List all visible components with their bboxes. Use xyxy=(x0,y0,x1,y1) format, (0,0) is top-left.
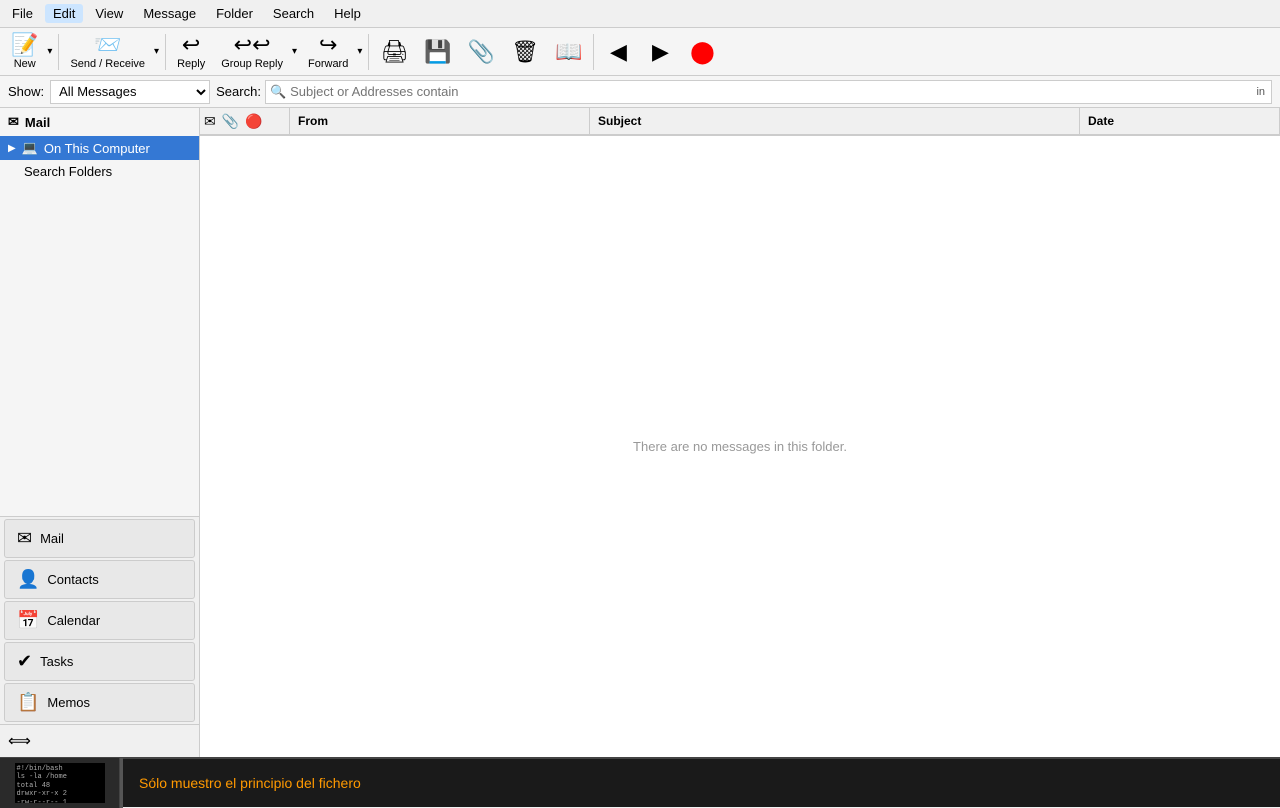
taskbar-message-text: Sólo muestro el principio del fichero xyxy=(123,775,1280,791)
reply-icon: ↩ xyxy=(182,34,200,56)
search-bar: Search: 🔍 in xyxy=(216,80,1272,104)
tasks-nav-icon: ✔ xyxy=(17,651,32,672)
forward-dropdown[interactable]: ▾ xyxy=(355,46,364,57)
nav-calendar[interactable]: 📅 Calendar xyxy=(4,601,195,640)
save-icon: 💾 xyxy=(424,41,451,63)
back-icon: ◀ xyxy=(610,41,627,63)
column-headers: ✉ 📎 🔴 From Subject Date xyxy=(200,108,1280,136)
send-receive-button[interactable]: 📨 Send / Receive xyxy=(63,31,152,73)
memos-nav-icon: 📋 xyxy=(17,692,39,713)
priority-col-icon[interactable]: 🔴 xyxy=(245,113,262,130)
menubar: File Edit View Message Folder Search Hel… xyxy=(0,0,1280,28)
send-receive-icon: 📨 xyxy=(94,34,121,56)
show-select[interactable]: All MessagesUnread MessagesActive Thread… xyxy=(50,80,210,104)
search-label: Search: xyxy=(216,84,261,99)
attachment-col-icon[interactable]: 📎 xyxy=(222,113,239,130)
read-status-icon[interactable]: ✉ xyxy=(204,113,216,130)
attachment-icon: 📎 xyxy=(468,41,495,63)
expand-arrow-icon: ▶ xyxy=(8,143,16,154)
group-reply-button[interactable]: ↩↩ Group Reply xyxy=(214,31,290,73)
sep-3 xyxy=(368,34,369,70)
menu-message[interactable]: Message xyxy=(135,4,204,23)
calendar-nav-icon: 📅 xyxy=(17,610,39,631)
col-icons-header: ✉ 📎 🔴 xyxy=(200,108,290,134)
search-in-button[interactable]: in xyxy=(1254,86,1267,98)
message-area: ✉ 📎 🔴 From Subject Date There are no mes… xyxy=(200,108,1280,757)
forward-group: ↪ Forward ▾ xyxy=(301,31,364,73)
taskbar: #!/bin/bash ls -la /home total 48 drwxr-… xyxy=(0,757,1280,807)
menu-view[interactable]: View xyxy=(87,4,131,23)
from-column-header[interactable]: From xyxy=(290,108,590,134)
nav-tasks[interactable]: ✔ Tasks xyxy=(4,642,195,681)
date-column-header[interactable]: Date xyxy=(1080,108,1280,134)
mail-nav-icon: ✉ xyxy=(17,528,32,549)
back-button[interactable]: ◀ xyxy=(598,38,638,66)
sidebar-mail-header: ✉ Mail xyxy=(0,108,199,136)
menu-folder[interactable]: Folder xyxy=(208,4,261,23)
group-reply-icon: ↩↩ xyxy=(234,34,271,56)
new-dropdown-arrow[interactable]: ▾ xyxy=(45,46,54,57)
sidebar: ✉ Mail ▶ 💻 On This Computer Search Folde… xyxy=(0,108,200,757)
new-button-group: 📝 New ▾ xyxy=(4,31,54,73)
menu-edit[interactable]: Edit xyxy=(45,4,83,23)
search-input-wrapper: 🔍 in xyxy=(265,80,1272,104)
mini-terminal: #!/bin/bash ls -la /home total 48 drwxr-… xyxy=(15,763,105,803)
menu-help[interactable]: Help xyxy=(326,4,369,23)
forward-icon: ↪ xyxy=(319,34,337,56)
forward-button[interactable]: ↪ Forward xyxy=(301,31,355,73)
print-icon: 🖨 xyxy=(380,41,408,63)
delete-button[interactable]: 🗑 xyxy=(504,38,546,66)
toolbar: 📝 New ▾ 📨 Send / Receive ▾ ↩ Reply ↩↩ Gr… xyxy=(0,28,1280,76)
contacts-nav-icon: 👤 xyxy=(17,569,39,590)
sidebar-resize-icon[interactable]: ⟺ xyxy=(8,731,31,751)
sep-4 xyxy=(593,34,594,70)
save-button[interactable]: 💾 xyxy=(417,38,458,66)
main-layout: ✉ Mail ▶ 💻 On This Computer Search Folde… xyxy=(0,108,1280,757)
nav-memos[interactable]: 📋 Memos xyxy=(4,683,195,722)
computer-icon: 💻 xyxy=(22,140,38,156)
mail-header-icon: ✉ xyxy=(8,114,19,130)
send-receive-dropdown[interactable]: ▾ xyxy=(152,46,161,57)
new-icon: 📝 xyxy=(11,34,38,56)
nav-mail[interactable]: ✉ Mail xyxy=(4,519,195,558)
filter-bar: Show: All MessagesUnread MessagesActive … xyxy=(0,76,1280,108)
search-input[interactable] xyxy=(290,84,1250,99)
sidebar-footer: ⟺ xyxy=(0,724,199,757)
search-magnifier-icon: 🔍 xyxy=(270,84,286,100)
empty-message: There are no messages in this folder. xyxy=(200,136,1280,757)
show-label: Show: xyxy=(8,84,44,99)
group-reply-group: ↩↩ Group Reply ▾ xyxy=(214,31,299,73)
taskbar-thumbnail[interactable]: #!/bin/bash ls -la /home total 48 drwxr-… xyxy=(0,758,120,808)
attachment-button[interactable]: 📎 xyxy=(461,38,502,66)
sep-2 xyxy=(165,34,166,70)
reply-button[interactable]: ↩ Reply xyxy=(170,31,212,73)
stop-icon: ⬤ xyxy=(690,41,715,63)
contacts-book-button[interactable]: 📖 xyxy=(548,38,589,66)
subject-column-header[interactable]: Subject xyxy=(590,108,1080,134)
forward-nav-icon: ▶ xyxy=(652,41,669,63)
send-receive-group: 📨 Send / Receive ▾ xyxy=(63,31,161,73)
new-button[interactable]: 📝 New xyxy=(4,31,45,73)
menu-file[interactable]: File xyxy=(4,4,41,23)
sidebar-bottom: ✉ Mail 👤 Contacts 📅 Calendar ✔ Tasks 📋 M… xyxy=(0,516,199,757)
print-button[interactable]: 🖨 xyxy=(373,38,415,66)
stop-button[interactable]: ⬤ xyxy=(682,38,722,66)
delete-icon: 🗑 xyxy=(511,41,539,63)
forward-nav-button[interactable]: ▶ xyxy=(640,38,680,66)
group-reply-dropdown[interactable]: ▾ xyxy=(290,46,299,57)
sep-1 xyxy=(58,34,59,70)
sidebar-on-this-computer[interactable]: ▶ 💻 On This Computer xyxy=(0,136,199,160)
address-book-icon: 📖 xyxy=(555,41,582,63)
menu-search[interactable]: Search xyxy=(265,4,322,23)
nav-contacts[interactable]: 👤 Contacts xyxy=(4,560,195,599)
sidebar-search-folders[interactable]: Search Folders xyxy=(0,160,199,183)
